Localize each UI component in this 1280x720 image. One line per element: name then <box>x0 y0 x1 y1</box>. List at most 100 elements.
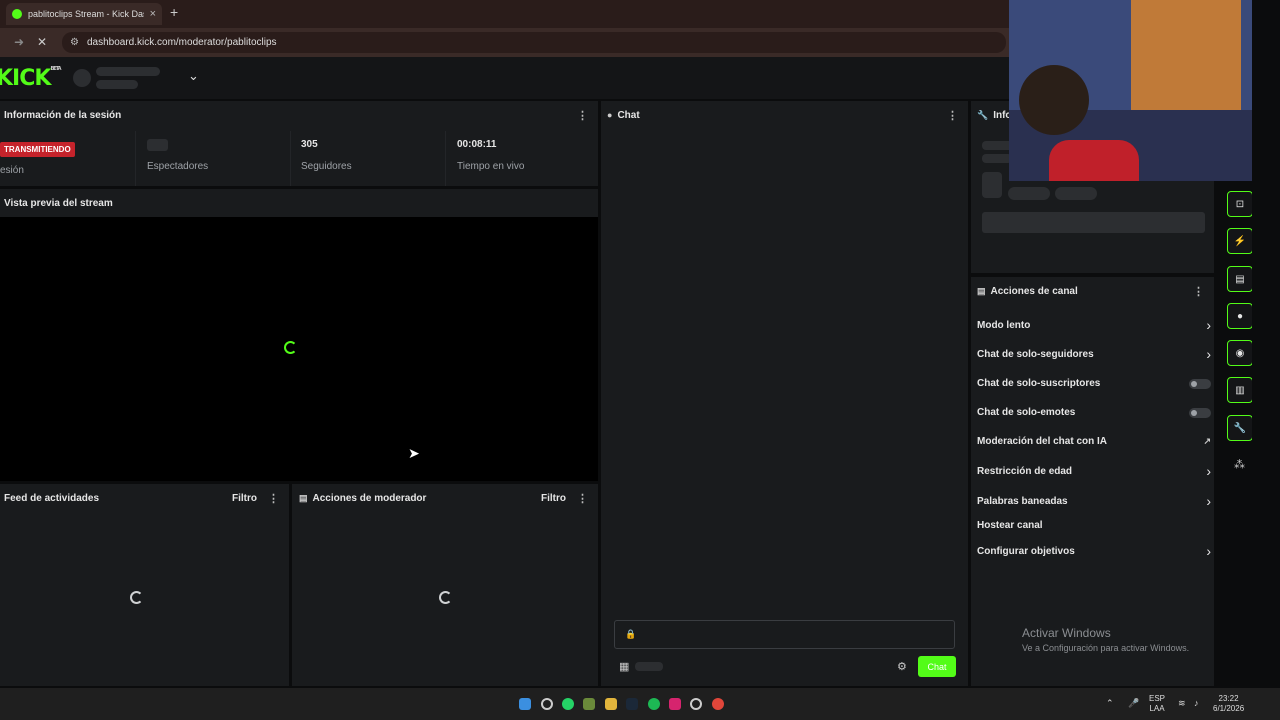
chat-bubble-icon[interactable]: ● <box>1227 303 1253 329</box>
tray-chevron-up-icon[interactable]: ⌃ <box>1106 698 1114 709</box>
clock-date: 6/1/2026 <box>1213 704 1245 713</box>
emotes-only-toggle[interactable] <box>1189 407 1211 418</box>
channel-name-placeholder <box>96 67 160 76</box>
kick-favicon-icon <box>12 9 22 19</box>
channel-actions-title: Acciones de canal <box>990 285 1078 297</box>
stream-preview-title: Vista previa del stream <box>4 197 113 209</box>
instagram-icon[interactable] <box>669 698 681 710</box>
chevron-right-icon: › <box>1206 346 1211 362</box>
live-time-value: 00:08:11 <box>457 139 497 150</box>
tab-title: pablitoclips Stream - Kick Dashb <box>28 9 144 19</box>
moderator-actions-panel: ▤ Acciones de moderador Filtro ⋮ <box>292 484 598 686</box>
lock-icon: 🔒 <box>625 629 637 639</box>
info-tag-placeholder <box>1055 187 1097 200</box>
steam-icon[interactable] <box>626 698 638 710</box>
stream-preview-panel: Vista previa del stream ➤ <box>0 189 598 481</box>
more-options-icon[interactable]: ⋮ <box>571 492 594 505</box>
start-icon[interactable] <box>519 698 531 710</box>
send-chat-button[interactable]: Chat <box>918 656 956 677</box>
obs-icon[interactable] <box>690 698 702 710</box>
session-info-panel: Información de la sesión ⋮ TRANSMITIENDO… <box>0 101 598 186</box>
action-age-restriction[interactable]: Restricción de edad › <box>977 463 1211 479</box>
chat-settings-icon[interactable]: ⚙ <box>897 660 907 673</box>
session-info-header: Información de la sesión ⋮ <box>0 101 598 129</box>
whatsapp-icon[interactable] <box>562 698 574 710</box>
clipboard-icon[interactable]: ▤ <box>1227 266 1253 292</box>
language-indicator[interactable]: ESP LAA <box>1149 694 1165 714</box>
browser-toolbar: ➜ ✕ ⚙ dashboard.kick.com/moderator/pabli… <box>0 28 1010 57</box>
action-configure-goals[interactable]: Configurar objetivos › <box>977 543 1211 559</box>
action-slow-mode[interactable]: Modo lento › <box>977 317 1211 333</box>
language-layout: LAA <box>1149 704 1165 713</box>
activate-windows-subtitle: Ve a Configuración para activar Windows. <box>1022 643 1190 653</box>
activity-feed-panel: Feed de actividades Filtro ⋮ <box>0 484 289 686</box>
loading-spinner-icon <box>284 341 297 354</box>
action-followers-only[interactable]: Chat de solo-seguidores › <box>977 346 1211 362</box>
moderator-filter-button[interactable]: Filtro <box>541 493 566 504</box>
logo-text: KICK <box>0 66 51 91</box>
avatar[interactable] <box>73 69 91 87</box>
followers-value: 305 <box>301 139 318 150</box>
browser-tab[interactable]: pablitoclips Stream - Kick Dashb × <box>6 3 162 25</box>
info-field-placeholder <box>982 212 1205 233</box>
action-label: Palabras baneadas <box>977 495 1068 507</box>
chevron-right-icon: › <box>1206 493 1211 509</box>
clipboard-icon: ▤ <box>299 492 308 503</box>
more-options-icon[interactable]: ⋮ <box>941 109 964 122</box>
address-url: dashboard.kick.com/moderator/pablitoclip… <box>86 37 277 48</box>
more-options-icon[interactable]: ⋮ <box>571 109 594 122</box>
action-label: Hostear canal <box>977 520 1043 531</box>
screen-edge <box>1252 0 1280 688</box>
webcam-overlay <box>1009 0 1252 181</box>
action-ai-moderation[interactable]: Moderación del chat con IA ↗ <box>977 436 1211 447</box>
lightning-icon[interactable]: ⚡ <box>1227 228 1253 254</box>
file-explorer-icon[interactable] <box>605 698 617 710</box>
address-bar[interactable]: ⚙ dashboard.kick.com/moderator/pablitocl… <box>62 32 1006 53</box>
focus-icon[interactable]: ⊡ <box>1227 191 1253 217</box>
kick-logo[interactable]: KICKBETA <box>0 66 62 91</box>
chevron-down-icon[interactable]: ⌄ <box>188 68 199 84</box>
more-options-icon[interactable]: ⋮ <box>262 492 285 505</box>
new-tab-button[interactable]: + <box>170 4 178 20</box>
moderator-actions-title: Acciones de moderador <box>312 492 427 504</box>
broadcast-icon[interactable]: ◉ <box>1227 340 1253 366</box>
action-emotes-only: Chat de solo-emotes <box>977 407 1211 418</box>
microphone-icon[interactable]: 🎤 <box>1128 698 1139 709</box>
action-subscribers-only: Chat de solo-suscriptores <box>977 378 1211 389</box>
action-host-channel[interactable]: Hostear canal <box>977 520 1211 531</box>
layout-icon[interactable]: ⁂ <box>1234 458 1245 471</box>
followers-label: Seguidores <box>301 161 352 172</box>
chevron-right-icon: › <box>1206 543 1211 559</box>
activity-filter-button[interactable]: Filtro <box>232 493 257 504</box>
stream-preview-header: Vista previa del stream <box>0 189 598 217</box>
windows-taskbar <box>0 688 1280 720</box>
info-placeholder-line <box>982 154 1012 163</box>
store-icon[interactable]: ▦ <box>619 660 629 673</box>
wifi-icon[interactable]: ≋ <box>1178 698 1186 709</box>
wrench-icon[interactable]: 🔧 <box>1227 415 1253 441</box>
spotify-icon[interactable] <box>648 698 660 710</box>
language-code: ESP <box>1149 694 1166 703</box>
site-info-icon[interactable]: ⚙ <box>70 37 79 48</box>
browser-tab-bar: pablitoclips Stream - Kick Dashb × + <box>0 0 1010 28</box>
forward-arrow-icon[interactable]: ➜ <box>14 35 24 49</box>
chrome-icon[interactable] <box>712 698 724 710</box>
clock[interactable]: 23:22 6/1/2026 <box>1213 694 1244 714</box>
tab-close-icon[interactable]: × <box>150 8 156 20</box>
subscribers-only-toggle[interactable] <box>1189 378 1211 389</box>
server-icon[interactable]: ▥ <box>1227 377 1253 403</box>
beta-tag: BETA <box>50 66 61 72</box>
status-label: esión <box>0 165 24 176</box>
volume-icon[interactable]: ♪ <box>1194 698 1199 708</box>
action-label: Chat de solo-suscriptores <box>977 378 1101 389</box>
stop-loading-icon[interactable]: ✕ <box>37 35 47 49</box>
more-options-icon[interactable]: ⋮ <box>1187 285 1210 298</box>
live-time-label: Tiempo en vivo <box>457 161 525 172</box>
chat-input[interactable]: 🔒 <box>614 620 955 649</box>
search-icon[interactable] <box>541 698 553 710</box>
minecraft-icon[interactable] <box>583 698 595 710</box>
channel-actions-panel: ▤ Acciones de canal ⋮ <box>971 277 1214 686</box>
session-info-title: Información de la sesión <box>4 109 122 121</box>
action-banned-words[interactable]: Palabras baneadas › <box>977 493 1211 509</box>
viewers-label: Espectadores <box>147 161 209 172</box>
